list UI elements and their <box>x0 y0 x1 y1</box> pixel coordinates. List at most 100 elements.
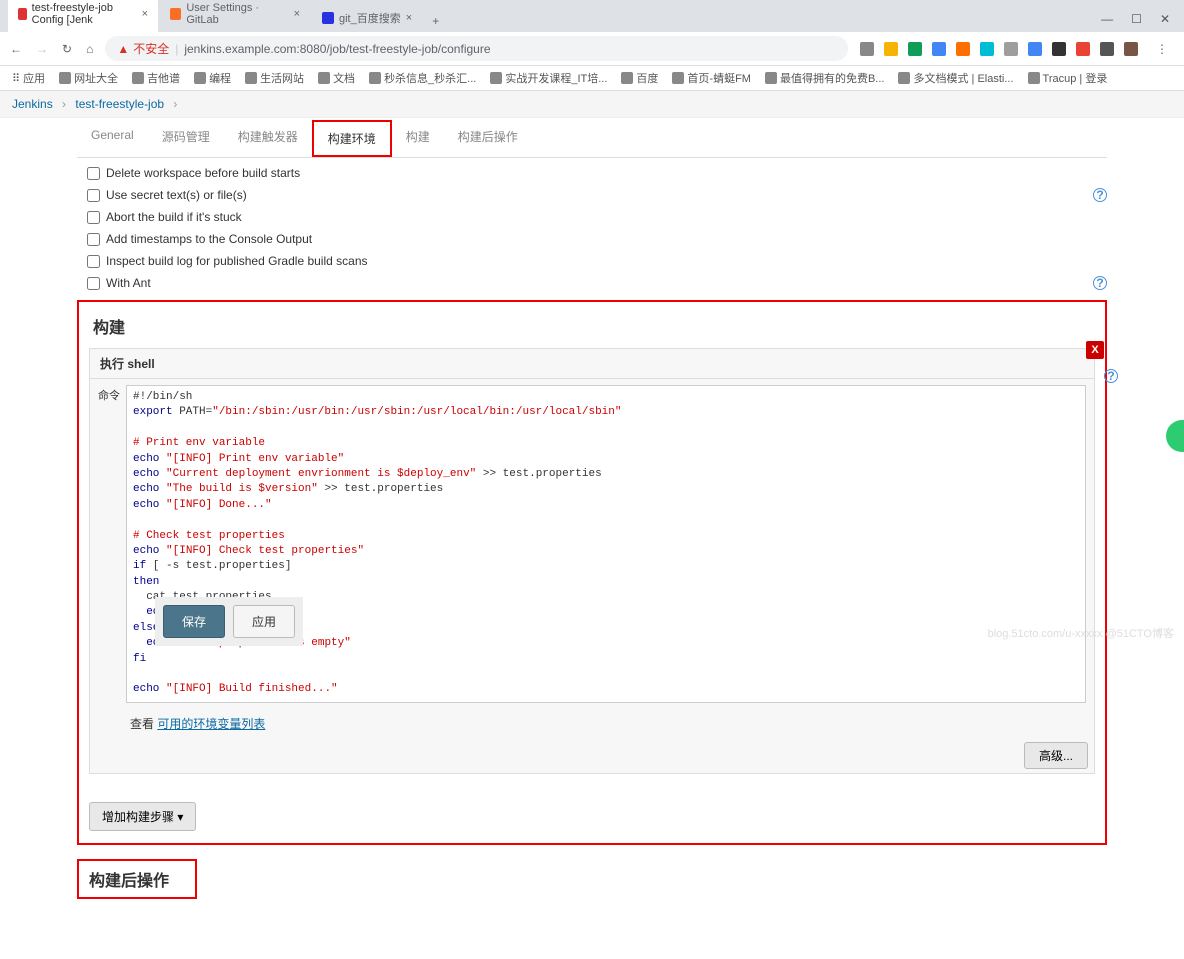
env-checkbox[interactable] <box>87 277 100 290</box>
extension-icon[interactable] <box>956 42 970 56</box>
env-checkbox[interactable] <box>87 189 100 202</box>
favicon <box>170 8 181 20</box>
env-checkbox-row: Add timestamps to the Console Output <box>77 228 1107 250</box>
build-section: 构建 X ? 执行 shell 命令 #!/bin/sh export PATH… <box>77 300 1107 845</box>
env-checkbox-label: Add timestamps to the Console Output <box>106 232 312 246</box>
config-tab-0[interactable]: General <box>77 120 148 157</box>
help-icon[interactable]: ? <box>1093 276 1107 290</box>
extension-icon[interactable] <box>1004 42 1018 56</box>
bookmarks-bar: ⠿ 应用 网址大全吉他谱编程生活网站文档秒杀信息_秒杀汇... 实战开发课程_IT… <box>0 66 1184 91</box>
bookmark-item[interactable]: 最值得拥有的免费B... <box>765 70 885 86</box>
tab-title: User Settings · GitLab <box>186 2 288 26</box>
bookmark-item[interactable]: 实战开发课程_IT培... <box>490 70 607 86</box>
build-section-title: 构建 <box>93 314 1095 338</box>
close-icon[interactable]: × <box>142 8 148 20</box>
env-vars-hint: 查看 可用的环境变量列表 <box>90 709 1094 738</box>
insecure-badge: ▲ 不安全 <box>117 40 169 57</box>
bookmark-item[interactable]: 多文档模式 | Elasti... <box>898 70 1013 86</box>
env-checkbox-label: Abort the build if it's stuck <box>106 210 242 224</box>
command-label: 命令 <box>98 385 126 703</box>
extension-icon[interactable] <box>908 42 922 56</box>
env-checkbox[interactable] <box>87 255 100 268</box>
breadcrumb-root[interactable]: Jenkins <box>12 97 53 111</box>
close-window-button[interactable]: ✕ <box>1160 12 1170 26</box>
shell-command-input[interactable]: #!/bin/sh export PATH="/bin:/sbin:/usr/b… <box>126 385 1086 703</box>
env-checkbox-row: Abort the build if it's stuck <box>77 206 1107 228</box>
breadcrumb-job[interactable]: test-freestyle-job <box>75 97 164 111</box>
extension-icon[interactable] <box>1076 42 1090 56</box>
apps-shortcut[interactable]: ⠿ 应用 <box>12 70 45 86</box>
config-tab-1[interactable]: 源码管理 <box>148 120 224 157</box>
browser-tab-0[interactable]: test-freestyle-job Config [Jenk × <box>8 0 158 32</box>
bookmark-item[interactable]: 吉他谱 <box>132 70 180 86</box>
step-header[interactable]: 执行 shell <box>90 349 1094 379</box>
bookmark-item[interactable]: 编程 <box>194 70 231 86</box>
new-tab-button[interactable]: + <box>424 10 447 32</box>
config-tab-5[interactable]: 构建后操作 <box>444 120 532 157</box>
close-icon[interactable]: × <box>294 8 300 20</box>
address-bar[interactable]: ▲ 不安全 | jenkins.example.com:8080/job/tes… <box>105 36 848 61</box>
config-tab-4[interactable]: 构建 <box>392 120 444 157</box>
config-tabs: General源码管理构建触发器构建环境构建构建后操作 <box>77 120 1107 158</box>
url-text: jenkins.example.com:8080/job/test-freest… <box>184 42 490 56</box>
extension-icon[interactable] <box>860 42 874 56</box>
extension-icon[interactable] <box>932 42 946 56</box>
extension-icon[interactable] <box>884 42 898 56</box>
minimize-button[interactable]: — <box>1101 12 1113 26</box>
reload-button[interactable]: ↻ <box>62 42 72 56</box>
favicon <box>322 12 334 24</box>
env-checkbox-label: Delete workspace before build starts <box>106 166 300 180</box>
bookmark-item[interactable]: 首页-蜻蜓FM <box>672 70 751 86</box>
build-step-shell: X ? 执行 shell 命令 #!/bin/sh export PATH="/… <box>89 348 1095 774</box>
env-checkbox-row: With Ant? <box>77 272 1107 294</box>
browser-tab-2[interactable]: git_百度搜索 × <box>312 4 422 32</box>
apply-button[interactable]: 应用 <box>233 605 295 638</box>
tab-title: git_百度搜索 <box>339 10 401 26</box>
extension-icon[interactable] <box>1052 42 1066 56</box>
bookmark-item[interactable]: 网址大全 <box>59 70 118 86</box>
post-build-title: 构建后操作 <box>89 867 185 891</box>
favicon <box>18 8 27 20</box>
help-icon[interactable]: ? <box>1093 188 1107 202</box>
bookmark-item[interactable]: 秒杀信息_秒杀汇... <box>369 70 476 86</box>
delete-step-button[interactable]: X <box>1086 341 1104 359</box>
side-badge[interactable] <box>1166 420 1184 452</box>
close-icon[interactable]: × <box>406 12 412 24</box>
extension-icon[interactable] <box>1100 42 1114 56</box>
maximize-button[interactable]: ☐ <box>1131 12 1142 26</box>
config-tab-3[interactable]: 构建环境 <box>312 120 392 157</box>
extension-icon[interactable] <box>1124 42 1138 56</box>
forward-button[interactable]: → <box>36 42 48 56</box>
browser-menu[interactable]: ⋮ <box>1150 42 1174 56</box>
env-checkbox-label: With Ant <box>106 276 151 290</box>
bookmark-item[interactable]: Tracup | 登录 <box>1028 70 1108 86</box>
bookmark-item[interactable]: 文档 <box>318 70 355 86</box>
env-checkbox-row: Use secret text(s) or file(s)? <box>77 184 1107 206</box>
extension-icons <box>860 42 1138 56</box>
save-button[interactable]: 保存 <box>163 605 225 638</box>
advanced-button[interactable]: 高级... <box>1024 742 1088 769</box>
extension-icon[interactable] <box>1028 42 1042 56</box>
home-button[interactable]: ⌂ <box>86 42 93 56</box>
env-checkbox[interactable] <box>87 167 100 180</box>
help-icon[interactable]: ? <box>1104 369 1118 383</box>
bookmark-item[interactable]: 生活网站 <box>245 70 304 86</box>
window-controls: — ☐ ✕ <box>1087 6 1184 32</box>
env-checkbox[interactable] <box>87 211 100 224</box>
env-vars-link[interactable]: 可用的环境变量列表 <box>157 717 265 731</box>
bookmark-item[interactable]: 百度 <box>621 70 658 86</box>
breadcrumb: Jenkins › test-freestyle-job › <box>0 91 1184 118</box>
bottom-action-bar: 保存 应用 <box>155 597 303 646</box>
config-tab-2[interactable]: 构建触发器 <box>224 120 312 157</box>
tab-title: test-freestyle-job Config [Jenk <box>32 2 137 26</box>
env-checkbox[interactable] <box>87 233 100 246</box>
add-build-step-button[interactable]: 增加构建步骤 ▾ <box>89 802 196 831</box>
back-button[interactable]: ← <box>10 42 22 56</box>
extension-icon[interactable] <box>980 42 994 56</box>
env-checkbox-row: Inspect build log for published Gradle b… <box>77 250 1107 272</box>
watermark: blog.51cto.com/u-xxxxx @51CTO博客 <box>988 625 1174 641</box>
env-checkbox-label: Use secret text(s) or file(s) <box>106 188 247 202</box>
browser-tab-1[interactable]: User Settings · GitLab × <box>160 0 310 32</box>
env-checkbox-row: Delete workspace before build starts <box>77 162 1107 184</box>
browser-nav-bar: ← → ↻ ⌂ ▲ 不安全 | jenkins.example.com:8080… <box>0 32 1184 66</box>
